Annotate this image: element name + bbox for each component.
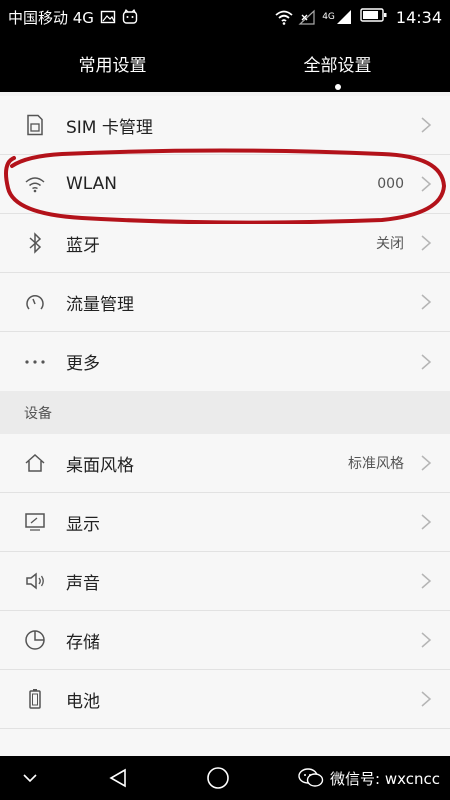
settings-item-label: 蓝牙	[66, 235, 100, 256]
settings-item-data-usage[interactable]: 流量管理	[0, 273, 450, 332]
cat-notification-icon	[122, 8, 138, 25]
clock: 14:34	[395, 7, 442, 27]
no-sim-signal-icon	[298, 9, 315, 25]
chevron-right-icon	[421, 573, 432, 589]
chevron-right-icon	[421, 353, 432, 370]
settings-item-label: 显示	[66, 514, 100, 535]
wechat-watermark: 微信号: wxcncc	[298, 768, 440, 789]
chevron-right-icon	[421, 455, 432, 471]
settings-item-label: 桌面风格	[66, 455, 134, 476]
picture-notification-icon	[100, 9, 116, 25]
settings-item-label: 电池	[66, 691, 100, 712]
chevron-right-icon	[421, 632, 432, 648]
settings-item-more[interactable]: 更多	[0, 332, 450, 391]
bluetooth-icon	[24, 232, 46, 254]
settings-item-value: 关闭	[376, 236, 404, 252]
chevron-right-icon	[421, 117, 432, 133]
wechat-id-text: 微信号: wxcncc	[330, 769, 440, 788]
gauge-icon	[24, 291, 46, 313]
settings-item-label: SIM 卡管理	[66, 117, 153, 138]
back-triangle-icon	[109, 768, 126, 788]
settings-item-bluetooth[interactable]: 蓝牙 关闭	[0, 214, 450, 273]
settings-item-storage[interactable]: 存储	[0, 611, 450, 670]
section-header-device: 设备	[0, 391, 450, 434]
settings-item-sim[interactable]: SIM 卡管理	[0, 96, 450, 155]
chevron-right-icon	[421, 235, 432, 251]
speaker-icon	[24, 570, 46, 592]
home-circle-icon	[207, 767, 229, 789]
settings-item-label: WLAN	[66, 174, 118, 194]
chevron-right-icon	[421, 691, 432, 707]
wechat-logo-icon	[298, 768, 324, 787]
network-type-label: 4G	[322, 12, 335, 22]
settings-item-home-style[interactable]: 桌面风格 标准风格	[0, 434, 450, 493]
more-dots-icon	[24, 351, 46, 373]
settings-item-display[interactable]: 显示	[0, 493, 450, 552]
settings-item-wlan[interactable]: WLAN 000	[0, 155, 450, 214]
storage-pie-icon	[24, 629, 46, 651]
settings-item-partial[interactable]	[0, 729, 450, 759]
chevron-right-icon	[421, 514, 432, 530]
settings-item-value: 标准风格	[348, 456, 404, 472]
back-button[interactable]	[88, 756, 148, 800]
settings-item-label: 存储	[66, 632, 100, 653]
settings-item-sound[interactable]: 声音	[0, 552, 450, 611]
battery-icon	[24, 688, 46, 710]
home-button[interactable]	[188, 756, 248, 800]
settings-item-label: 更多	[66, 354, 100, 374]
settings-list: SIM 卡管理 WLAN 000 蓝牙 关闭 流量管理 更多 设备 桌面风格 标…	[0, 96, 450, 759]
battery-status-icon	[360, 7, 388, 27]
status-bar: 中国移动 4G 4G 14:34	[0, 0, 450, 34]
settings-tabs: 常用设置 全部设置	[0, 34, 450, 92]
wifi-icon	[24, 173, 46, 195]
tab-all-settings[interactable]: 全部设置	[225, 51, 450, 90]
settings-item-label: 声音	[66, 573, 100, 594]
wifi-signal-icon	[274, 9, 293, 25]
display-icon	[24, 511, 46, 533]
hide-nav-button[interactable]	[0, 756, 60, 800]
sim-card-icon	[24, 114, 46, 136]
tab-common-settings[interactable]: 常用设置	[0, 51, 225, 76]
cell-signal-icon	[336, 9, 352, 25]
carrier-label: 中国移动 4G	[8, 8, 94, 27]
home-icon	[24, 452, 46, 474]
chevron-down-icon	[23, 774, 37, 783]
chevron-right-icon	[421, 176, 432, 192]
settings-item-battery[interactable]: 电池	[0, 670, 450, 729]
settings-item-label: 流量管理	[66, 294, 134, 315]
tab-label: 全部设置	[303, 55, 372, 76]
chevron-right-icon	[421, 294, 432, 310]
navigation-bar: 微信号: wxcncc	[0, 756, 450, 800]
tab-label: 常用设置	[78, 55, 147, 76]
settings-item-value: 000	[377, 176, 404, 192]
active-tab-indicator	[334, 83, 341, 90]
